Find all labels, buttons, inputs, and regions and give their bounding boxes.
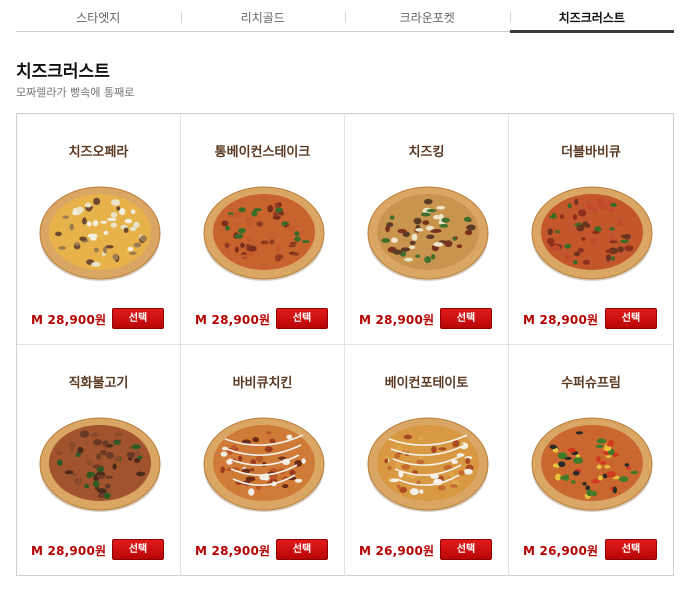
- product-name: 수퍼슈프림: [561, 376, 621, 391]
- pizza-image[interactable]: [531, 413, 653, 513]
- product-price: M 28,900원: [523, 313, 599, 327]
- tab-star-edge[interactable]: 스타엣지: [16, 6, 181, 31]
- product-name: 치즈킹: [408, 145, 445, 160]
- product-card: 치즈킹 M 28,900원 선택: [345, 114, 509, 345]
- product-name: 베이컨포테이토: [384, 376, 469, 391]
- tab-rich-gold[interactable]: 리치골드: [180, 6, 346, 31]
- pizza-image[interactable]: [367, 413, 489, 513]
- select-button[interactable]: 선택: [112, 539, 164, 560]
- select-button[interactable]: 선택: [276, 308, 328, 329]
- tab-cheese-crust[interactable]: 치즈크러스트: [509, 6, 675, 33]
- product-card: 더블바비큐 M 28,900원 선택: [509, 114, 673, 345]
- product-price: M 28,900원: [195, 313, 271, 327]
- product-card: 수퍼슈프림 M 26,900원 선택: [509, 345, 673, 576]
- category-tabs: 스타엣지 리치골드 크라운포켓 치즈크러스트: [16, 6, 675, 33]
- product-card: 베이컨포테이토 M 26,900원 선택: [345, 345, 509, 576]
- pizza-image[interactable]: [39, 182, 161, 282]
- product-price: M 28,900원: [359, 313, 435, 327]
- pizza-image[interactable]: [39, 413, 161, 513]
- pizza-image[interactable]: [531, 182, 653, 282]
- product-price: M 28,900원: [31, 313, 107, 327]
- select-button[interactable]: 선택: [605, 308, 657, 329]
- product-card: 직화불고기 M 28,900원 선택: [17, 345, 181, 576]
- product-price: M 26,900원: [359, 544, 435, 558]
- product-price: M 28,900원: [195, 544, 271, 558]
- product-card: 통베이컨스테이크 M 28,900원 선택: [181, 114, 345, 345]
- select-button[interactable]: 선택: [440, 308, 492, 329]
- product-card: 바비큐치킨 M 28,900원 선택: [181, 345, 345, 576]
- product-name: 통베이컨스테이크: [214, 145, 311, 160]
- pizza-image[interactable]: [203, 413, 325, 513]
- pizza-image[interactable]: [203, 182, 325, 282]
- pizza-image[interactable]: [367, 182, 489, 282]
- product-grid: 치즈오페라 M 28,900원 선택 통베이컨스테이크 M 28,900원 선택 치즈킹 M …: [16, 113, 674, 576]
- product-name: 더블바비큐: [561, 145, 621, 160]
- select-button[interactable]: 선택: [440, 539, 492, 560]
- product-card: 치즈오페라 M 28,900원 선택: [17, 114, 181, 345]
- tab-crown-pocket[interactable]: 크라운포켓: [345, 6, 510, 31]
- select-button[interactable]: 선택: [276, 539, 328, 560]
- product-name: 바비큐치킨: [232, 376, 293, 391]
- product-price: M 28,900원: [31, 544, 107, 558]
- product-name: 직화불고기: [68, 376, 129, 391]
- select-button[interactable]: 선택: [112, 308, 164, 329]
- product-name: 치즈오페라: [68, 145, 129, 160]
- section-title: 치즈크러스트: [16, 62, 110, 82]
- select-button[interactable]: 선택: [605, 539, 657, 560]
- product-price: M 26,900원: [523, 544, 599, 558]
- section-subtitle: 모짜렐라가 빵속에 통째로: [16, 86, 135, 99]
